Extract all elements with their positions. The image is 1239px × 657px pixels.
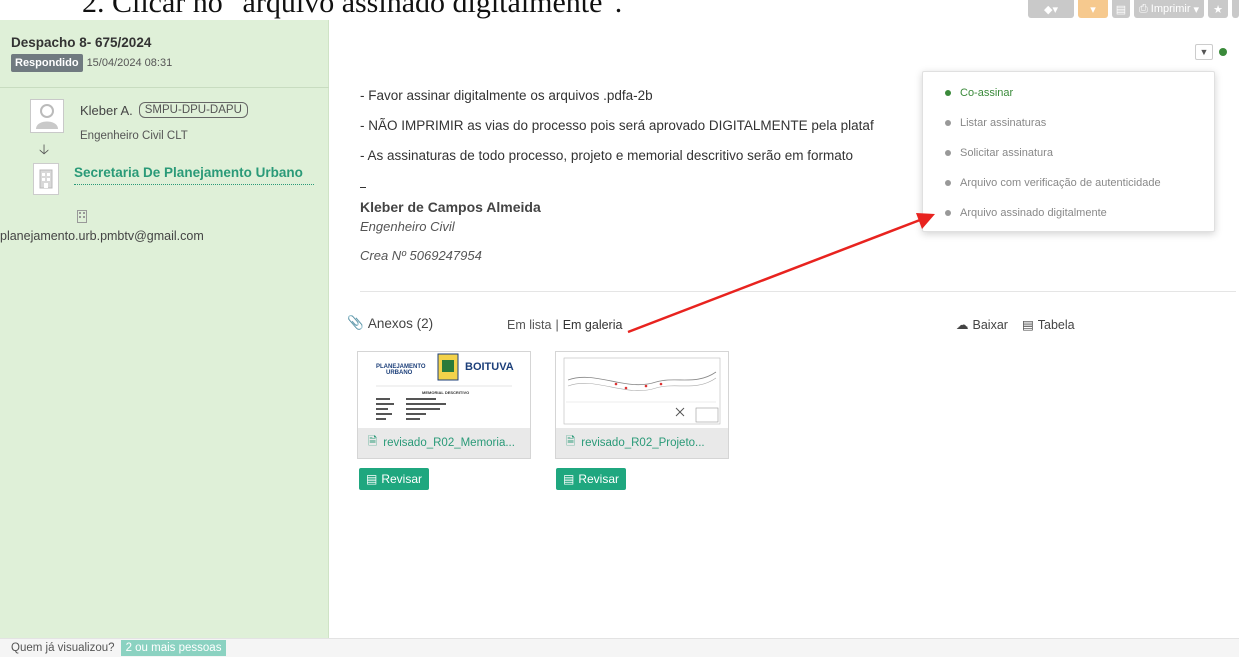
signature-crea: Crea Nº 5069247954: [360, 248, 482, 263]
signature-name: Kleber de Campos Almeida: [360, 199, 541, 215]
review-button[interactable]: ▤ Revisar: [359, 468, 430, 490]
cloud-download-icon: ☁: [956, 318, 969, 332]
sender-role: Engenheiro Civil CLT: [80, 130, 188, 142]
status-row: Respondido 15/04/2024 08:31: [11, 54, 172, 72]
attachment-filename-bar[interactable]: 🗎 revisado_R02_Projeto...: [556, 428, 728, 458]
menu-item-label: Listar assinaturas: [960, 117, 1047, 129]
attachments-heading: 📎 Anexos (2): [347, 315, 433, 331]
view-separator: |: [555, 318, 559, 332]
paperclip-icon: 📎: [347, 315, 364, 330]
signature-dash: [360, 187, 366, 188]
document-title: Despacho 8- 675/2024: [11, 35, 152, 50]
caret-down-icon: ▼: [1199, 47, 1209, 57]
review-label: Revisar: [381, 472, 423, 486]
table-button[interactable]: ▤ Tabela: [1021, 317, 1075, 333]
view-toggle: Em lista | Em galeria: [507, 318, 622, 332]
attachment-card[interactable]: 🗎 revisado_R02_Projeto...: [555, 351, 729, 459]
status-dot-icon: [945, 180, 951, 186]
printer-icon: ⎙: [1138, 2, 1148, 15]
attachment-card[interactable]: PLANEJAMENTO URBANO BOITUVA MEMORIAL DES…: [357, 351, 531, 459]
status-badge: Respondido: [11, 54, 83, 72]
document-button[interactable]: ▤: [1112, 0, 1130, 18]
table-icon: ▤: [1021, 318, 1034, 332]
sender: Kleber A. SMPU-DPU-DAPU: [80, 102, 248, 118]
viewers-question: Quem já visualizou?: [11, 642, 115, 654]
attachment-filename-bar[interactable]: 🗎 revisado_R02_Memoria...: [358, 428, 530, 458]
status-dot-icon: [945, 90, 951, 96]
menu-item-label: Arquivo com verificação de autenticidade: [960, 177, 1161, 189]
star-button[interactable]: ★: [1208, 0, 1228, 18]
thumb-logo-left-2: URBANO: [386, 370, 413, 376]
attachment-thumbnail: [556, 352, 728, 428]
body-line: - Favor assinar digitalmente os arquivos…: [360, 88, 653, 103]
menu-item-label: Arquivo assinado digitalmente: [960, 207, 1107, 219]
attachment-filename: revisado_R02_Memoria...: [383, 437, 515, 449]
document-icon: ▤: [1115, 3, 1127, 16]
viewers-footer: Quem já visualizou? 2 ou mais pessoas: [0, 638, 1239, 657]
review-icon: ▤: [563, 472, 575, 486]
building-icon: [77, 210, 87, 228]
status-dot-icon: [945, 150, 951, 156]
thumb-logo-right: BOITUVA: [465, 361, 514, 373]
flag-dropdown-button[interactable]: ▾: [1078, 0, 1108, 18]
review-button[interactable]: ▤ Revisar: [556, 468, 627, 490]
menu-item-label: Solicitar assinatura: [960, 147, 1053, 159]
status-datetime: 15/04/2024 08:31: [86, 57, 173, 69]
divider: [0, 87, 329, 88]
menu-item-co-sign[interactable]: Co-assinar: [945, 87, 1013, 99]
avatar: [30, 99, 64, 133]
document-body: ▼ - Favor assinar digitalmente os arquiv…: [330, 20, 1239, 638]
chevron-down-icon: ▾: [1193, 3, 1200, 16]
destination-email: planejamento.urb.pmbtv@gmail.com: [0, 229, 204, 243]
tag-dropdown-button[interactable]: ◆▾: [1028, 0, 1074, 18]
table-label: Tabela: [1037, 317, 1075, 332]
signature-role: Engenheiro Civil: [360, 219, 455, 234]
menu-item-authenticity-file[interactable]: Arquivo com verificação de autenticidade: [945, 177, 1161, 189]
more-button[interactable]: [1232, 0, 1239, 18]
user-icon: [36, 104, 58, 129]
attachment-actions: ☁ Baixar ▤ Tabela: [956, 317, 1075, 333]
view-list-link[interactable]: Em lista: [507, 318, 551, 332]
document-sidebar: Despacho 8- 675/2024 Respondido 15/04/20…: [0, 20, 329, 638]
building-icon: [33, 163, 59, 195]
tutorial-caption: 2. Clicar no "arquivo assinado digitalme…: [82, 0, 623, 19]
arrow-down-icon: 🡣: [39, 141, 50, 157]
sender-unit-tag[interactable]: SMPU-DPU-DAPU: [138, 102, 248, 118]
top-toolbar: ◆▾ ▾ ▤ ⎙ Imprimir ▾ ★: [1028, 0, 1239, 18]
signature-menu: Co-assinar Listar assinaturas Solicitar …: [922, 71, 1215, 232]
menu-item-label: Co-assinar: [960, 87, 1014, 99]
chevron-down-icon: ▾: [1090, 3, 1096, 16]
divider: [360, 291, 1236, 292]
print-button[interactable]: ⎙ Imprimir ▾: [1134, 0, 1204, 18]
viewers-badge[interactable]: 2 ou mais pessoas: [120, 640, 227, 656]
tag-icon: ◆▾: [1044, 3, 1058, 16]
menu-item-request-signature[interactable]: Solicitar assinatura: [945, 147, 1053, 159]
file-icon: 🗎: [368, 435, 378, 448]
sender-name[interactable]: Kleber A.: [80, 103, 133, 118]
download-label: Baixar: [972, 317, 1008, 332]
status-dot-icon: [945, 210, 951, 216]
signature-status-dot: [1219, 48, 1227, 56]
view-gallery-link[interactable]: Em galeria: [563, 318, 623, 332]
download-all-button[interactable]: ☁ Baixar: [956, 317, 1008, 333]
body-line: - NÃO IMPRIMIR as vias do processo pois …: [360, 118, 874, 133]
attachment-thumbnail: PLANEJAMENTO URBANO BOITUVA MEMORIAL DES…: [358, 352, 530, 428]
review-label: Revisar: [578, 472, 620, 486]
menu-item-list-signatures[interactable]: Listar assinaturas: [945, 117, 1046, 129]
destination-link[interactable]: Secretaria De Planejamento Urbano: [74, 163, 314, 185]
review-icon: ▤: [366, 472, 378, 486]
star-icon: ★: [1213, 3, 1223, 16]
attachments-title: Anexos (2): [367, 315, 434, 331]
attachment-filename: revisado_R02_Projeto...: [581, 437, 705, 449]
signature-menu-toggle[interactable]: ▼: [1195, 44, 1213, 60]
thumb-doc-heading: MEMORIAL DESCRITIVO: [422, 390, 469, 395]
file-icon: 🗎: [566, 435, 576, 448]
body-line: - As assinaturas de todo processo, proje…: [360, 148, 853, 163]
print-label: Imprimir: [1150, 3, 1191, 15]
menu-item-digitally-signed-file[interactable]: Arquivo assinado digitalmente: [945, 207, 1107, 219]
status-dot-icon: [945, 120, 951, 126]
